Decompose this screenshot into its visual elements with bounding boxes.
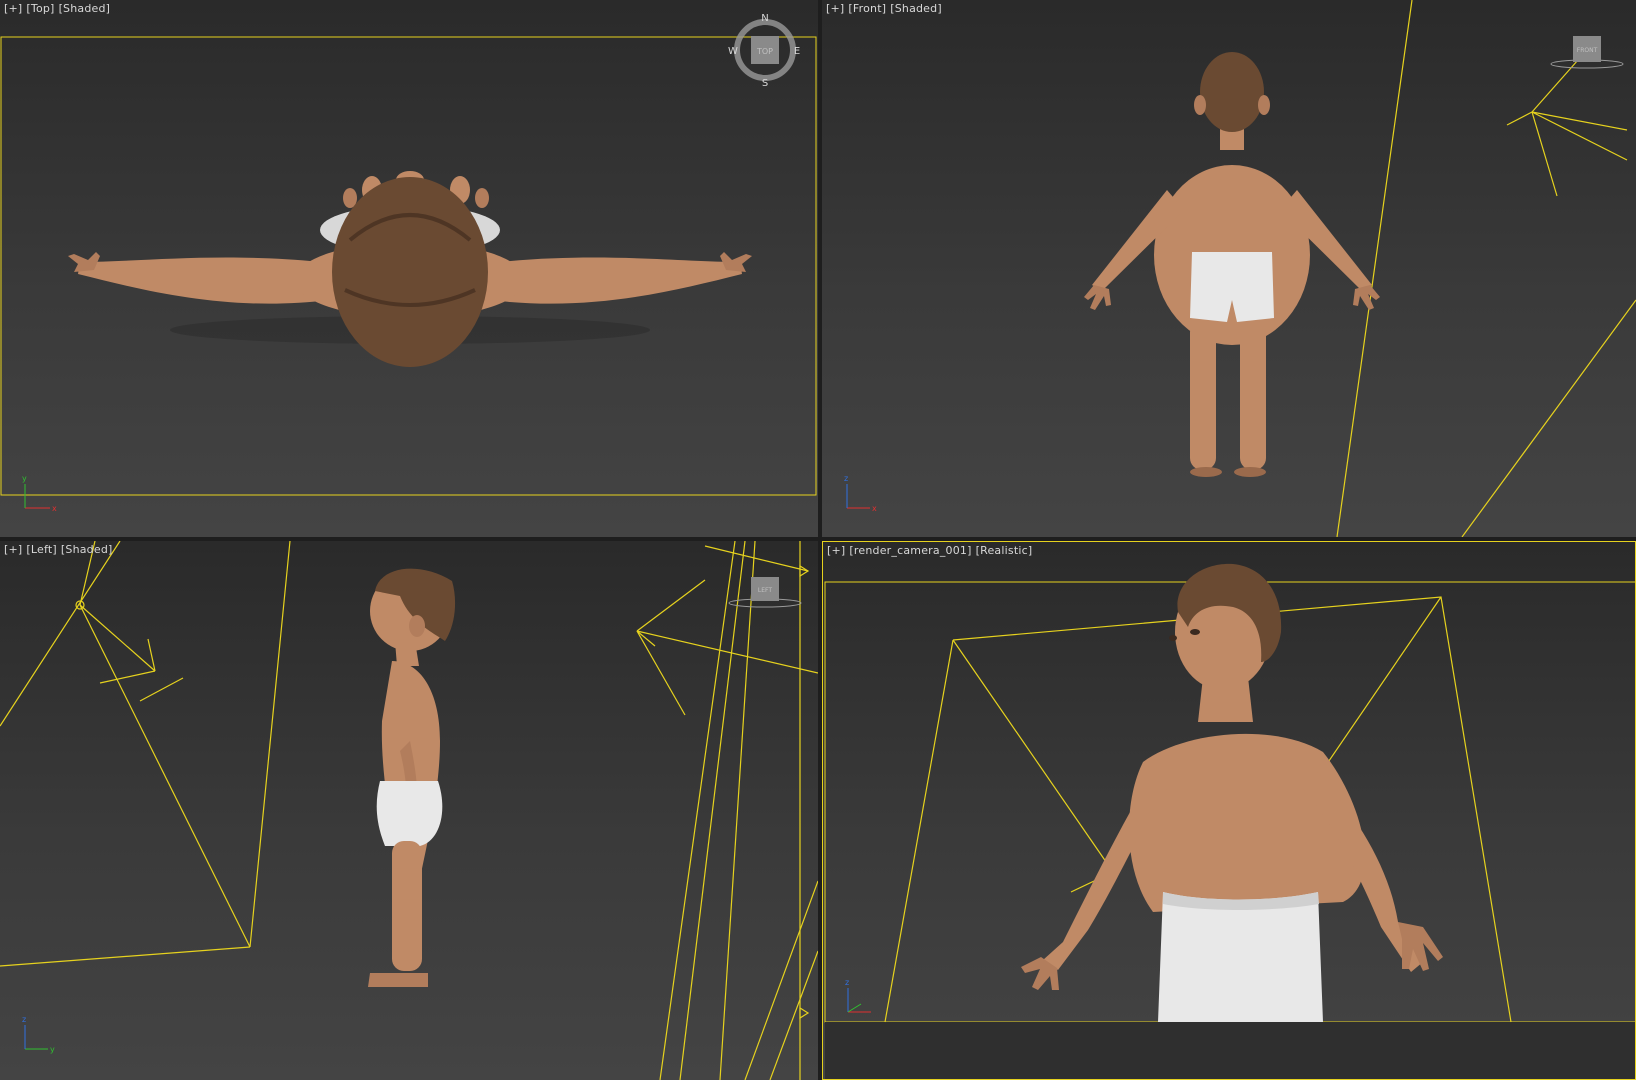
viewport-top-canvas: y x TOP N S E W (0, 13, 817, 513)
shorts (1158, 892, 1323, 1022)
svg-text:TOP: TOP (756, 47, 773, 56)
axis-tripod-icon: z y (22, 1015, 55, 1054)
svg-text:S: S (762, 78, 768, 89)
hair-top (332, 177, 488, 367)
viewport-label-front: [+] [Front] [Shaded] (826, 2, 946, 15)
viewport-left-canvas: z y LEFT (0, 541, 818, 1080)
character-camera-view (1021, 563, 1443, 1022)
viewport-menu-button[interactable]: [+] (4, 543, 22, 556)
viewport-left[interactable]: z y LEFT [+] [Left] [Shaded] (0, 541, 818, 1080)
viewport-label-camera: [+] [render_camera_001] [Realistic] (827, 544, 1036, 557)
viewport-front[interactable]: z x FRONT [+] [Front] [Shaded] (822, 0, 1636, 537)
shading-mode-label[interactable]: [Shaded] (61, 543, 113, 556)
svg-text:z: z (22, 1015, 26, 1024)
viewport-menu-button[interactable]: [+] (827, 544, 845, 557)
view-type-label[interactable]: [Left] (26, 543, 56, 556)
svg-text:E: E (794, 46, 800, 57)
svg-text:x: x (872, 504, 877, 513)
svg-text:W: W (728, 46, 738, 57)
viewport-top[interactable]: y x TOP N S E W [+] [Top] [Shaded] (0, 0, 818, 537)
viewport-menu-button[interactable]: [+] (4, 2, 22, 15)
shading-mode-label[interactable]: [Shaded] (890, 2, 942, 15)
view-type-label[interactable]: [Top] (26, 2, 54, 15)
viewcube-compass-icon[interactable]: TOP N S E W (728, 13, 800, 89)
character-left-view (368, 568, 456, 987)
svg-text:N: N (761, 13, 768, 24)
svg-text:LEFT: LEFT (758, 587, 772, 594)
axis-tripod-icon: z x (844, 474, 877, 513)
svg-text:z: z (845, 978, 849, 987)
viewport-label-left: [+] [Left] [Shaded] (4, 543, 117, 556)
viewport-camera-canvas: z (824, 563, 1635, 1079)
axis-tripod-icon: y x (22, 474, 57, 513)
shading-mode-label[interactable]: [Shaded] (59, 2, 111, 15)
character-front-view (1084, 52, 1380, 477)
svg-text:x: x (52, 504, 57, 513)
svg-text:y: y (50, 1045, 55, 1054)
viewport-menu-button[interactable]: [+] (826, 2, 844, 15)
viewcube-front-icon[interactable]: FRONT (1550, 36, 1624, 69)
hair-back (1200, 52, 1264, 132)
viewport-label-top: [+] [Top] [Shaded] (4, 2, 114, 15)
shorts (376, 781, 443, 846)
view-type-label[interactable]: [Front] (848, 2, 886, 15)
viewport-camera[interactable]: z [+] [render_camera_001] [Realistic] (822, 541, 1636, 1080)
axis-tripod-icon: z (845, 978, 871, 1013)
viewport-front-canvas: z x FRONT (844, 0, 1636, 537)
svg-text:FRONT: FRONT (1577, 47, 1598, 54)
view-type-label[interactable]: [render_camera_001] (849, 544, 971, 557)
shading-mode-label[interactable]: [Realistic] (976, 544, 1033, 557)
svg-text:z: z (844, 474, 848, 483)
character-top-view (68, 171, 752, 367)
camera-frustum-lines (1336, 0, 1636, 537)
svg-text:y: y (22, 474, 27, 483)
